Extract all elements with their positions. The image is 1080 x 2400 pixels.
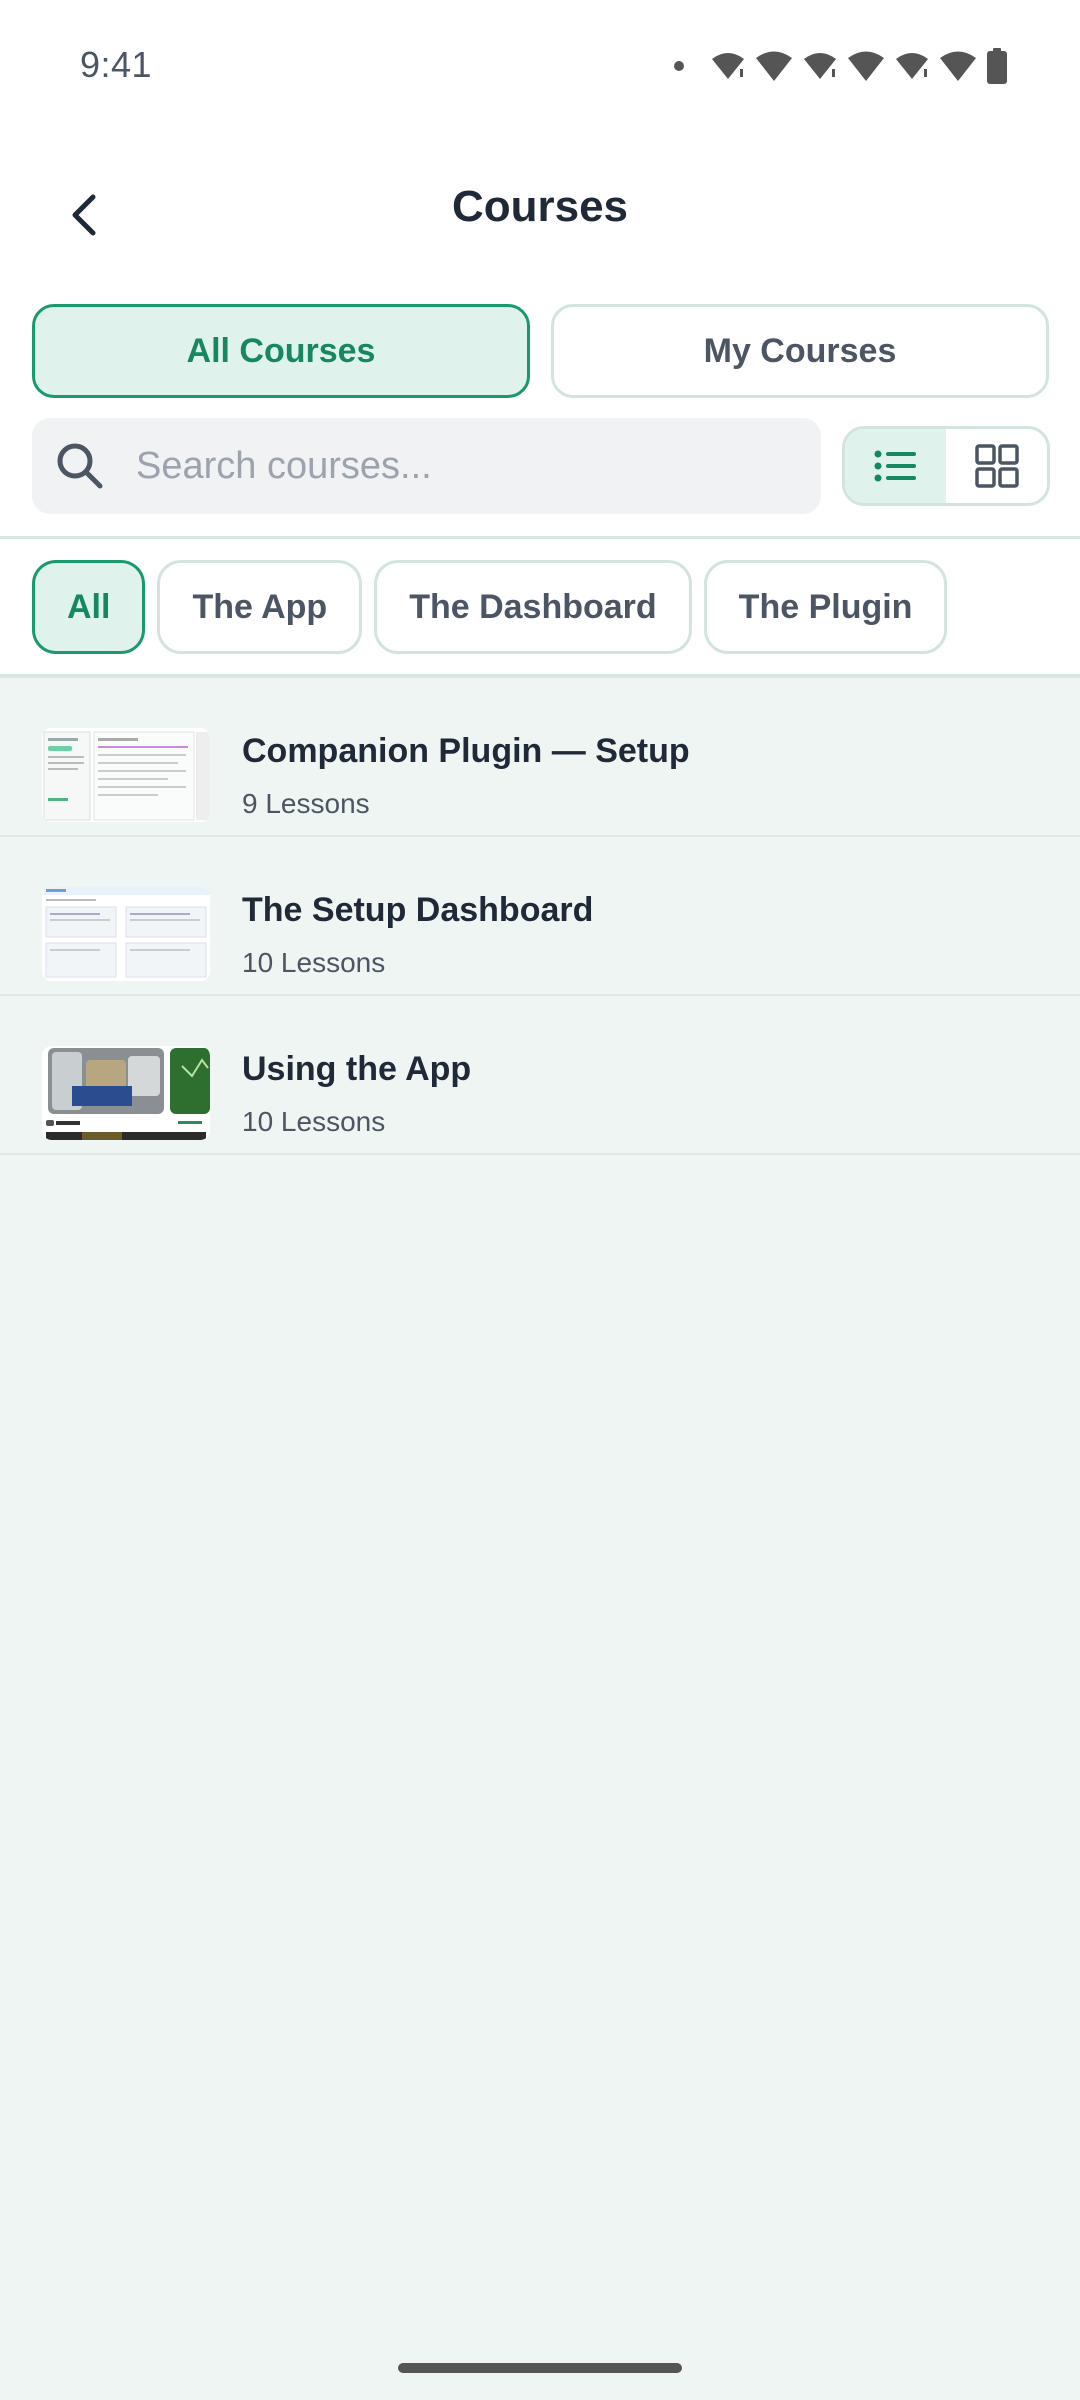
grid-view-button[interactable] — [946, 429, 1047, 503]
course-thumbnail — [42, 887, 210, 981]
status-time: 9:41 — [80, 44, 153, 85]
chip-the-plugin[interactable]: The Plugin — [703, 560, 948, 654]
course-list: Companion Plugin — Setup 9 Lessons The S… — [0, 678, 1080, 1155]
course-row[interactable]: The Setup Dashboard 10 Lessons — [0, 837, 1080, 996]
chip-the-dashboard[interactable]: The Dashboard — [374, 560, 692, 654]
filter-chips: All The App The Dashboard The Plugin — [32, 560, 948, 654]
search-icon — [54, 440, 114, 492]
wifi-icon-3 — [802, 51, 838, 81]
search-input[interactable] — [136, 444, 776, 488]
course-title: Companion Plugin — Setup — [242, 732, 690, 770]
wifi-icon-2 — [754, 49, 794, 83]
grid-icon — [974, 444, 1019, 488]
home-indicator[interactable] — [398, 2363, 682, 2373]
course-lessons: 10 Lessons — [242, 947, 386, 978]
course-thumbnail — [42, 728, 210, 822]
wifi-icon-5 — [894, 51, 930, 81]
view-toggle — [842, 426, 1050, 506]
list-icon — [874, 450, 916, 482]
tab-all-courses[interactable]: All Courses — [32, 304, 530, 398]
chip-the-app[interactable]: The App — [157, 560, 363, 654]
page-title: Courses — [451, 182, 629, 231]
course-lessons: 9 Lessons — [242, 788, 370, 819]
course-title: Using the App — [242, 1050, 472, 1088]
wifi-icon-6 — [938, 49, 978, 83]
course-row[interactable]: Companion Plugin — Setup 9 Lessons — [0, 678, 1080, 837]
search-bar — [32, 418, 821, 514]
header: Courses — [0, 150, 1080, 270]
wifi-icon-1 — [710, 51, 746, 81]
list-view-button[interactable] — [845, 429, 946, 503]
notification-dot-icon — [674, 61, 684, 71]
battery-icon — [986, 48, 1008, 84]
courses-screen: 9:41 Courses All Courses My Courses Sear… — [0, 0, 1080, 2400]
chip-all[interactable]: All — [32, 560, 146, 654]
tab-my-courses[interactable]: My Courses — [551, 304, 1049, 398]
course-thumbnail — [42, 1046, 210, 1140]
wifi-icon-4 — [846, 49, 886, 83]
status-icons — [674, 48, 1008, 84]
status-bar: 9:41 — [0, 0, 1080, 135]
course-row[interactable]: Using the App 10 Lessons — [0, 996, 1080, 1155]
course-lessons: 10 Lessons — [242, 1106, 386, 1137]
divider — [0, 536, 1080, 539]
course-title: The Setup Dashboard — [242, 891, 594, 929]
